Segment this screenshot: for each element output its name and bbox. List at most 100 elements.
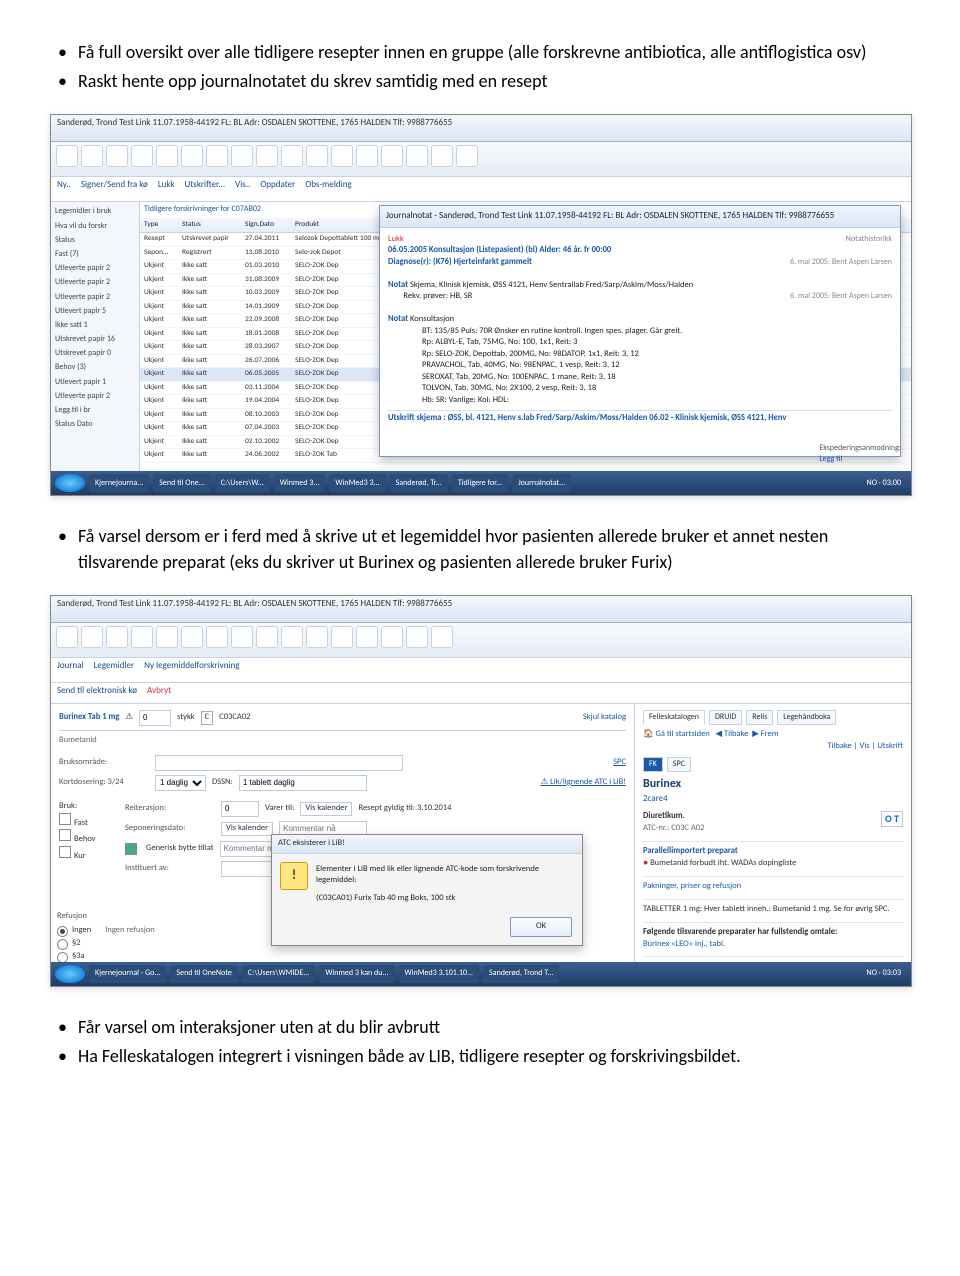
toolbar-icon[interactable] [331, 626, 353, 648]
toolbar-icon[interactable] [431, 626, 453, 648]
taskbar-item[interactable]: Winmed 3 kan du... [319, 965, 394, 983]
vis-kalender-button[interactable]: Vis kalender [300, 802, 352, 816]
sidebar-row[interactable]: Legg til i br [55, 405, 135, 416]
toolbar-icon[interactable] [206, 626, 228, 648]
toolbar-icon[interactable] [381, 145, 403, 167]
toolbar-icon[interactable] [156, 626, 178, 648]
toolbar-icon[interactable] [131, 626, 153, 648]
taskbar-item[interactable]: WinMed3 3.101.10... [399, 965, 479, 983]
sidebar-row[interactable]: Utskrevet papir 0 [55, 348, 135, 359]
taskbar-item[interactable]: Kjernejournal - Go... [89, 965, 166, 983]
toolbar-icon[interactable] [356, 145, 378, 167]
tab-legemidler[interactable]: Legemidler [94, 660, 135, 680]
dose-select[interactable]: 1 daglig [155, 775, 206, 791]
sidebar-row[interactable]: Utlevert papir 5 [55, 306, 135, 317]
sidebar-row[interactable]: Hva vil du forskr [55, 221, 135, 232]
forward-link[interactable]: ▶ Frem [752, 729, 778, 739]
toolbar-icon[interactable] [156, 145, 178, 167]
vis-kalender-button[interactable]: Vis kalender [221, 822, 273, 836]
close-button[interactable]: Lukk [388, 234, 404, 244]
behov-checkbox[interactable] [59, 829, 71, 841]
subbar-item[interactable]: Signer/Send fra kø [81, 179, 148, 199]
subbar-item[interactable]: Obs-melding [305, 179, 351, 199]
taskbar-item[interactable]: Tidligere for... [452, 474, 508, 492]
note-history-link[interactable]: Notathistorikk [846, 234, 892, 245]
taskbar-item[interactable]: C:\Users\WMIDE... [242, 965, 315, 983]
tab-ny-forskrivning[interactable]: Ny legemiddelforskrivning [144, 660, 239, 680]
toolbar-icon[interactable] [106, 626, 128, 648]
taskbar-item[interactable]: Sanderød, Tr... [390, 474, 448, 492]
sidebar-row[interactable]: Legemidler i bruk [55, 206, 135, 217]
toolbar-icon[interactable] [231, 145, 253, 167]
toolbar-icon[interactable] [256, 145, 278, 167]
toolbar-icon[interactable] [231, 626, 253, 648]
spc-link[interactable]: SPC [613, 757, 626, 769]
sidebar-row[interactable]: Utleverte papir 2 [55, 391, 135, 402]
taskbar-item[interactable]: C:\Users\W... [215, 474, 270, 492]
taskbar-item[interactable]: Send til OneNote [170, 965, 237, 983]
toolbar-icon[interactable] [406, 145, 428, 167]
toolbar-icon[interactable] [456, 145, 478, 167]
subbar-item[interactable]: Lukk [158, 179, 175, 199]
toolbar-icon[interactable] [181, 145, 203, 167]
taskbar-item[interactable]: Send til One... [153, 474, 211, 492]
home-link[interactable]: 🏠 Gå til startsiden [643, 729, 710, 739]
taskbar-item[interactable]: Journalnotat... [512, 474, 571, 492]
toolbar-icon[interactable] [56, 145, 78, 167]
toolbar-icon[interactable] [281, 626, 303, 648]
legg-til-link[interactable]: Legg til [819, 454, 842, 464]
tab-druid[interactable]: DRUID [709, 710, 742, 725]
toolbar-icon[interactable] [56, 626, 78, 648]
fk-tab[interactable]: FK [643, 757, 663, 772]
toolbar-icon[interactable] [306, 145, 328, 167]
taskbar-item[interactable]: Sanderød, Trond T... [483, 965, 559, 983]
quantity-input[interactable] [139, 710, 171, 726]
generisk-checkbox[interactable] [125, 843, 137, 855]
pakninger-link[interactable]: Pakninger, priser og refusjon [643, 881, 741, 891]
dssn-input[interactable] [239, 775, 367, 791]
toolbar-icon[interactable] [106, 145, 128, 167]
send-checkbox-label[interactable]: Send til elektronisk kø [57, 685, 137, 701]
tab-relis[interactable]: Relis [746, 710, 773, 725]
sidebar-row[interactable]: Ikke satt 1 [55, 320, 135, 331]
toolbar-icon[interactable] [81, 626, 103, 648]
toolbar-icon[interactable] [81, 145, 103, 167]
toolbar-icon[interactable] [281, 145, 303, 167]
ok-button[interactable]: OK [510, 917, 572, 937]
toolbar-icon[interactable] [381, 626, 403, 648]
back-link[interactable]: ◀ Tilbake [716, 729, 749, 739]
subbar-item[interactable]: Oppdater [260, 179, 295, 199]
skjul-katalog-link[interactable]: Skjul katalog [583, 712, 626, 724]
toolbar-icon[interactable] [206, 145, 228, 167]
toolbar-icon[interactable] [356, 626, 378, 648]
sidebar-row[interactable]: Fast (7) [55, 249, 135, 260]
subbar-item[interactable]: Ny.. [57, 179, 71, 199]
sidebar-row[interactable]: Utleverte papir 2 [55, 277, 135, 288]
spc-tab[interactable]: SPC [667, 757, 691, 772]
tools-links[interactable]: Tilbake | Vis | Utskrift [643, 741, 903, 753]
fast-checkbox[interactable] [59, 813, 71, 825]
toolbar-icon[interactable] [331, 145, 353, 167]
sidebar-row[interactable]: Utleverte papir 2 [55, 292, 135, 303]
bruksomrade-input[interactable] [155, 755, 403, 771]
toolbar-icon[interactable] [181, 626, 203, 648]
lik-atc-link[interactable]: ⚠ Lik/lignende ATC i LiB! [541, 777, 626, 789]
toolbar-icon[interactable] [306, 626, 328, 648]
start-button[interactable] [55, 965, 85, 983]
toolbar-icon[interactable] [131, 145, 153, 167]
toolbar-icon[interactable] [256, 626, 278, 648]
tab-journal[interactable]: Journal [57, 660, 84, 680]
refusjon-radio[interactable] [57, 926, 68, 937]
sidebar-row[interactable]: Utskrevet papir 16 [55, 334, 135, 345]
reiterasjon-input[interactable] [221, 801, 259, 817]
toolbar-icon[interactable] [431, 145, 453, 167]
sidebar-row[interactable]: Utlevert papir 1 [55, 377, 135, 388]
avbryt-button[interactable]: Avbryt [147, 685, 171, 701]
folgende-link[interactable]: Burinex «LEO» inj., tabl. [643, 939, 725, 949]
tab-felleskatalogen[interactable]: Felleskatalogen [643, 710, 705, 725]
sidebar-row[interactable]: Behov (3) [55, 362, 135, 373]
toolbar-icon[interactable] [406, 626, 428, 648]
taskbar-item[interactable]: Winmed 3... [274, 474, 326, 492]
tab-legehandboka[interactable]: Legehåndboka [777, 710, 836, 725]
kur-checkbox[interactable] [59, 846, 71, 858]
